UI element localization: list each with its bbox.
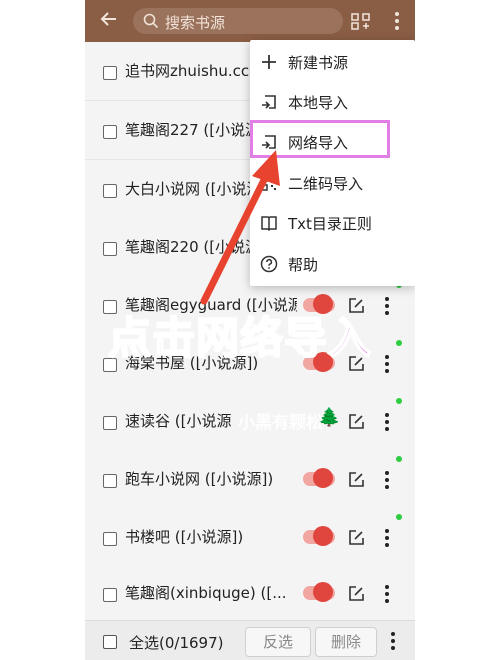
more-vert-icon[interactable] — [382, 411, 392, 433]
overflow-menu: 新建书源 本地导入 网络导入 二维码导入 Txt目录正则 帮助 — [250, 40, 415, 286]
watermark-text: 小黑有颗松 — [238, 413, 323, 433]
delete-button[interactable]: 删除 — [315, 627, 377, 657]
menu-item-txt-regex[interactable]: Txt目录正则 — [250, 203, 415, 243]
more-vert-icon[interactable] — [382, 469, 392, 491]
more-vert-icon[interactable] — [382, 295, 392, 317]
row-checkbox[interactable] — [103, 588, 117, 602]
row-checkbox[interactable] — [103, 416, 117, 430]
row-checkbox[interactable] — [103, 66, 117, 80]
menu-item-label: Txt目录正则 — [288, 215, 372, 233]
group-icon[interactable] — [351, 11, 371, 31]
tree-icon: 🌲 — [318, 407, 341, 428]
edit-icon[interactable] — [347, 529, 365, 547]
search-input[interactable]: 搜索书源 — [133, 8, 343, 34]
highlight-box — [250, 120, 390, 158]
edit-icon[interactable] — [347, 413, 365, 431]
row-label: 笔趣阁(xinbiquge) ([... — [125, 584, 287, 602]
more-vert-icon[interactable] — [388, 630, 398, 652]
edit-icon[interactable] — [347, 585, 365, 603]
more-vert-icon[interactable] — [385, 8, 409, 34]
select-all-checkbox[interactable] — [103, 635, 117, 649]
qrcode-icon — [261, 175, 277, 191]
list-item[interactable]: 跑车小说网 ([小说源]) — [85, 450, 415, 509]
switch-knob — [313, 526, 333, 546]
search-icon — [143, 13, 159, 29]
search-placeholder: 搜索书源 — [165, 14, 226, 32]
callout-text: 点击网络导入 — [107, 313, 372, 365]
switch-knob — [313, 582, 333, 602]
menu-item-local-import[interactable]: 本地导入 — [250, 82, 415, 122]
status-dot — [396, 340, 402, 346]
more-vert-icon[interactable] — [382, 527, 392, 549]
status-dot — [396, 514, 402, 520]
menu-item-qrcode-import[interactable]: 二维码导入 — [250, 163, 415, 203]
book-icon — [261, 216, 277, 232]
list-item[interactable]: 书楼吧 ([小说源]) — [85, 508, 415, 567]
select-all-label[interactable]: 全选(0/1697) — [129, 632, 223, 653]
row-checkbox[interactable] — [103, 532, 117, 546]
plus-icon — [262, 55, 276, 69]
row-label: 书楼吧 ([小说源]) — [125, 528, 244, 546]
row-label: 跑车小说网 ([小说源]) — [125, 470, 274, 488]
bottom-action-bar: 全选(0/1697) 反选 删除 — [85, 620, 415, 660]
more-vert-icon[interactable] — [382, 583, 392, 605]
menu-item-label: 新建书源 — [288, 54, 349, 72]
status-dot — [396, 456, 402, 462]
invert-selection-button[interactable]: 反选 — [245, 627, 311, 657]
switch-knob — [313, 468, 333, 488]
edit-icon[interactable] — [347, 471, 365, 489]
menu-item-label: 二维码导入 — [288, 175, 364, 193]
list-item[interactable]: 笔趣阁(xinbiquge) ([... — [85, 564, 415, 623]
top-app-bar: 搜索书源 — [85, 0, 415, 42]
import-icon — [262, 95, 276, 109]
row-checkbox[interactable] — [103, 474, 117, 488]
status-dot — [396, 398, 402, 404]
row-checkbox[interactable] — [103, 125, 117, 139]
right-margin — [415, 0, 500, 660]
row-checkbox[interactable] — [103, 242, 117, 256]
menu-item-new-source[interactable]: 新建书源 — [250, 42, 415, 82]
row-checkbox[interactable] — [103, 184, 117, 198]
menu-item-help[interactable]: 帮助 — [250, 244, 415, 284]
help-icon — [260, 255, 278, 273]
left-margin — [0, 0, 85, 660]
more-vert-icon[interactable] — [382, 353, 392, 375]
menu-item-label: 本地导入 — [288, 94, 349, 112]
back-arrow-icon[interactable] — [97, 9, 121, 33]
menu-item-label: 帮助 — [288, 256, 319, 274]
